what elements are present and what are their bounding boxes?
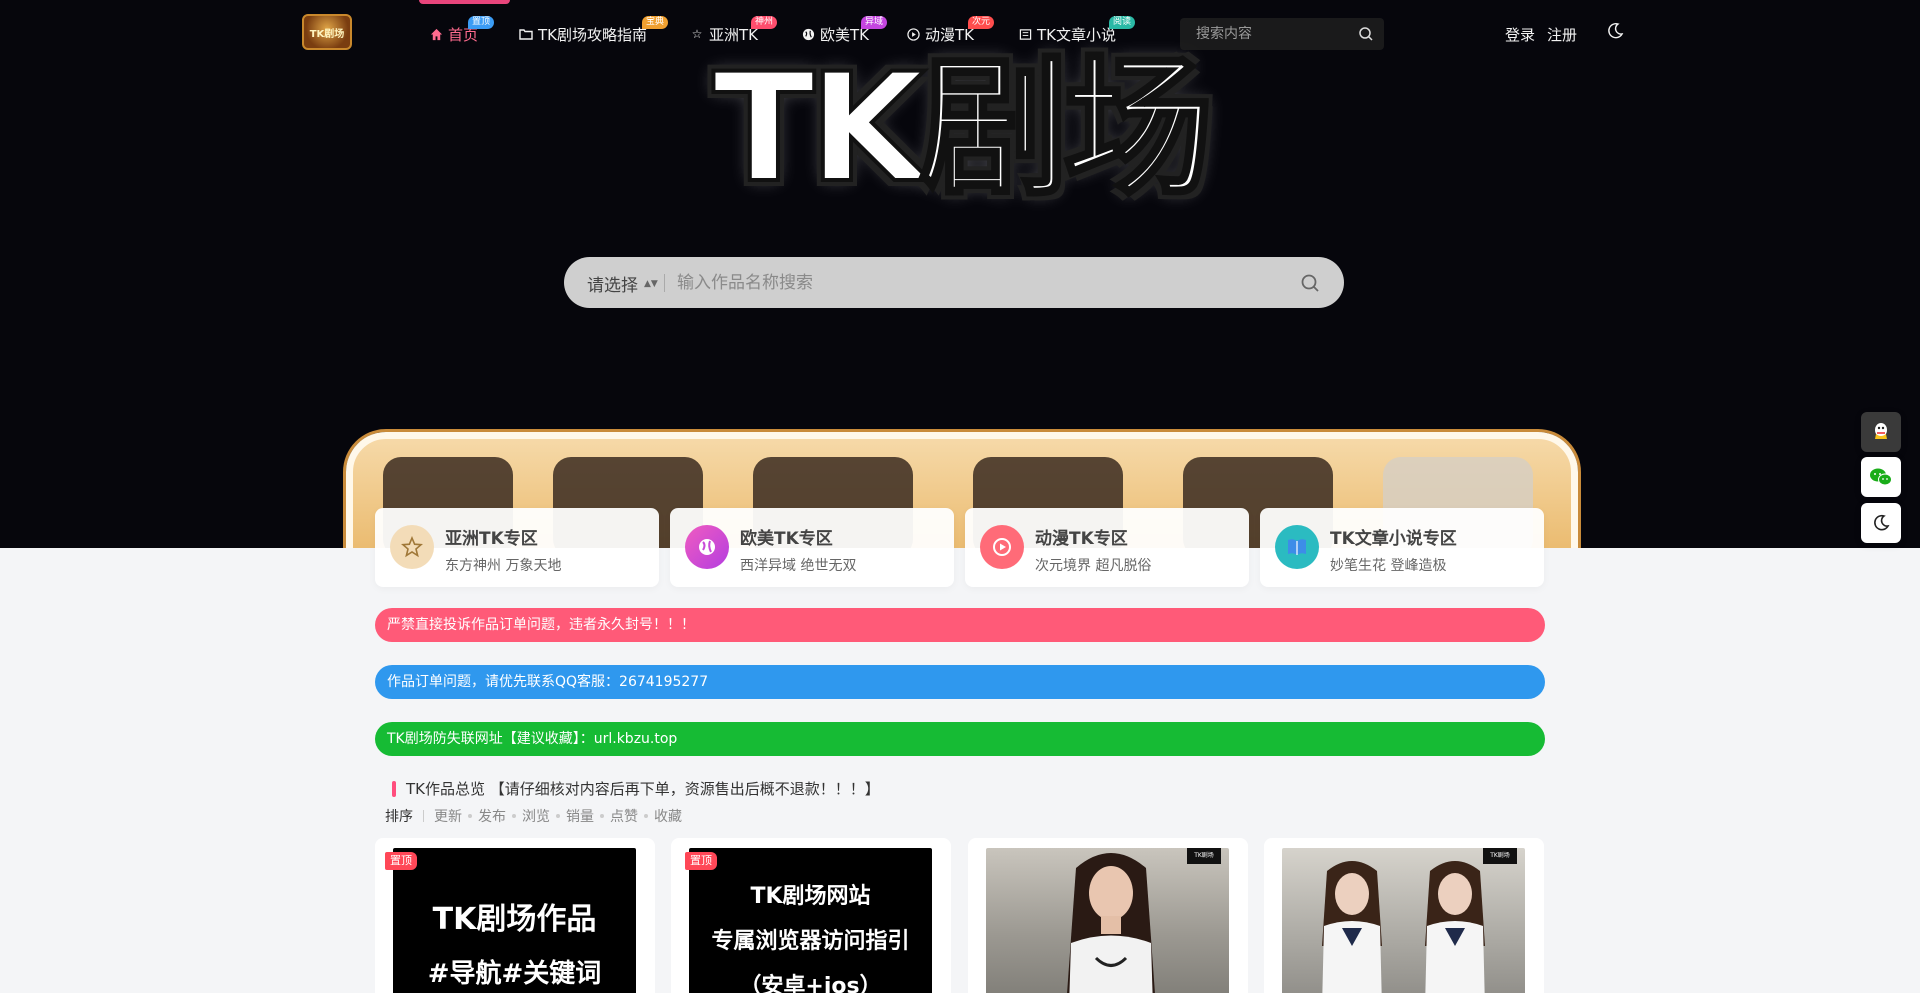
qq-button[interactable] <box>1861 412 1901 452</box>
folder-icon <box>519 27 533 41</box>
header-search[interactable] <box>1180 18 1384 50</box>
hero-search-bar[interactable]: 请选择 ▲▼ <box>564 257 1344 308</box>
nav-badge: 次元 <box>968 16 995 29</box>
product-thumbnail[interactable]: TK剧场 <box>1282 848 1525 993</box>
product-card[interactable]: 置顶 TK剧场网站 专属浏览器访问指引 （安卓+ios） <box>671 838 951 993</box>
nav-badge: 神州 <box>751 16 778 29</box>
star-icon <box>390 525 434 569</box>
hero-search-input[interactable] <box>677 257 1237 308</box>
globe-icon <box>801 27 815 41</box>
search-icon[interactable] <box>1300 273 1320 293</box>
pinned-badge: 置顶 <box>385 852 417 870</box>
model-photo <box>1322 861 1382 993</box>
category-select[interactable]: 请选择 ▲▼ <box>587 271 658 296</box>
nav-item-anime[interactable]: 动漫TK 次元 <box>906 16 995 46</box>
sort-option-sales[interactable]: 销量 <box>566 806 594 826</box>
model-photo <box>1067 853 1155 993</box>
notice-bar-warning: 严禁直接投诉作品订单问题，违者永久封号！！！ <box>375 608 1545 642</box>
site-logo[interactable]: TK剧场 <box>302 14 352 50</box>
play-icon <box>906 27 920 41</box>
sort-option-publish[interactable]: 发布 <box>478 806 506 826</box>
category-subtitle: 次元境界 超凡脱俗 <box>1035 558 1152 574</box>
sort-label: 排序 <box>385 809 413 825</box>
pinned-badge: 置顶 <box>685 852 717 870</box>
wechat-icon <box>1870 468 1892 486</box>
model-photo <box>1425 861 1485 993</box>
notice-bar-url: TK剧场防失联网址【建议收藏】：url.kbzu.top <box>375 722 1545 756</box>
nav-item-europe[interactable]: 欧美TK 异域 <box>801 16 888 46</box>
product-card[interactable]: TK剧场 <box>1264 838 1544 993</box>
heading-accent <box>392 780 396 797</box>
category-subtitle: 妙笔生花 登峰造极 <box>1330 558 1447 574</box>
sort-option-likes[interactable]: 点赞 <box>610 806 638 826</box>
search-divider <box>664 274 665 292</box>
nav-item-novel[interactable]: TK文章小说 阅读 <box>1018 16 1136 46</box>
product-card[interactable]: 置顶 TK剧场作品 #导航#关键词 <box>375 838 655 993</box>
nav-item-guide[interactable]: TK剧场攻略指南 宝典 <box>519 16 669 46</box>
header-search-input[interactable] <box>1196 18 1346 50</box>
moon-icon <box>1874 514 1890 531</box>
dark-mode-button[interactable] <box>1861 503 1901 543</box>
qq-icon <box>1875 423 1887 439</box>
globe-icon <box>685 525 729 569</box>
nav-badge: 宝典 <box>642 16 669 29</box>
home-icon <box>429 27 443 41</box>
watermark: TK剧场 <box>1187 848 1221 864</box>
category-title: 欧美TK专区 <box>740 529 833 549</box>
category-title: 亚洲TK专区 <box>445 529 538 549</box>
category-title: 动漫TK专区 <box>1035 529 1128 549</box>
notice-bar-support: 作品订单问题，请优先联系QQ客服：2674195277 <box>375 665 1545 699</box>
product-thumbnail[interactable]: TK剧场网站 专属浏览器访问指引 （安卓+ios） <box>689 848 932 993</box>
sort-option-views[interactable]: 浏览 <box>522 806 550 826</box>
search-icon[interactable] <box>1358 26 1374 42</box>
register-link[interactable]: 注册 <box>1547 24 1577 45</box>
category-title: TK文章小说专区 <box>1330 529 1457 549</box>
top-navigation: TK剧场 首页 置顶 TK剧场攻略指南 宝典 ☆ 亚洲TK 神州 欧美TK 异域… <box>0 0 1920 68</box>
section-heading: TK作品总览 【请仔细核对内容后再下单，资源售出后概不退款！！！】 <box>392 778 880 799</box>
category-card-europe[interactable]: 欧美TK专区 西洋异域 绝世无双 <box>670 508 954 587</box>
product-thumbnail[interactable]: TK剧场作品 #导航#关键词 <box>393 848 636 993</box>
book-icon <box>1275 525 1319 569</box>
nav-item-home[interactable]: 首页 置顶 <box>429 16 495 46</box>
product-thumbnail[interactable]: TK剧场 <box>986 848 1229 993</box>
hero-banner: TK剧场 请选择 ▲▼ <box>0 0 1920 548</box>
book-icon <box>1018 27 1032 41</box>
login-link[interactable]: 登录 <box>1505 24 1535 45</box>
wechat-button[interactable] <box>1861 457 1901 497</box>
nav-badge: 阅读 <box>1109 16 1136 29</box>
category-card-novel[interactable]: TK文章小说专区 妙笔生花 登峰造极 <box>1260 508 1544 587</box>
sort-option-favorites[interactable]: 收藏 <box>654 806 682 826</box>
category-subtitle: 东方神州 万象天地 <box>445 558 562 574</box>
nav-badge: 置顶 <box>468 16 495 29</box>
sort-option-update[interactable]: 更新 <box>434 806 462 826</box>
nav-badge: 异域 <box>861 16 888 29</box>
category-subtitle: 西洋异域 绝世无双 <box>740 558 857 574</box>
play-icon <box>980 525 1024 569</box>
category-select-label: 请选择 <box>587 276 638 296</box>
select-arrows-icon: ▲▼ <box>644 278 658 289</box>
sort-bar: 排序 更新 发布 浏览 销量 点赞 收藏 <box>385 806 682 826</box>
section-title: TK作品总览 【请仔细核对内容后再下单，资源售出后概不退款！！！】 <box>406 780 880 798</box>
moon-icon[interactable] <box>1606 22 1624 40</box>
product-card[interactable]: TK剧场 <box>968 838 1248 993</box>
category-card-asia[interactable]: 亚洲TK专区 东方神州 万象天地 <box>375 508 659 587</box>
star-icon: ☆ <box>691 27 703 41</box>
nav-item-asia[interactable]: ☆ 亚洲TK 神州 <box>690 16 778 46</box>
category-card-anime[interactable]: 动漫TK专区 次元境界 超凡脱俗 <box>965 508 1249 587</box>
